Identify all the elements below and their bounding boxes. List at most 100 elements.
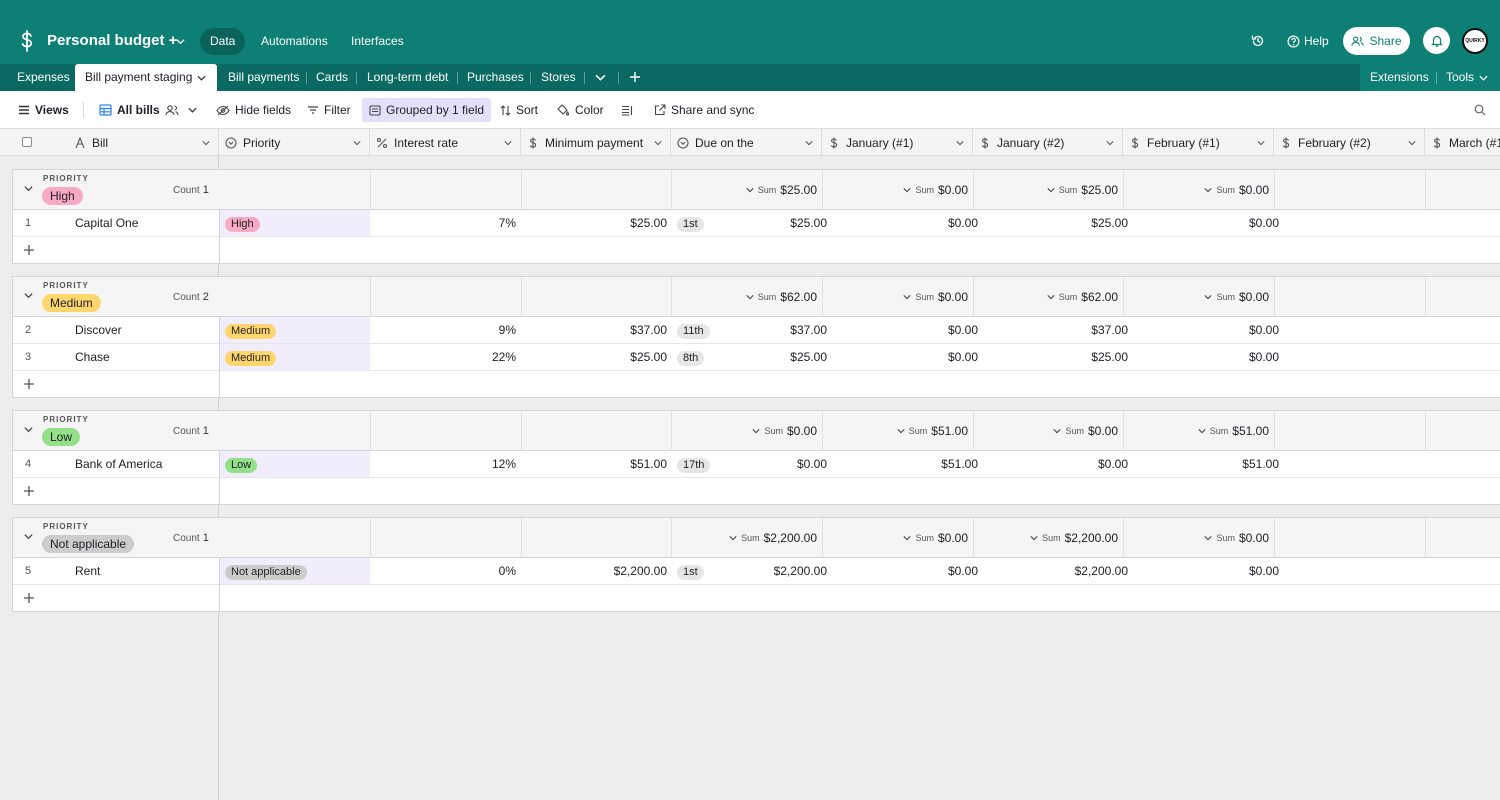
chevron-down-icon[interactable] [956, 139, 964, 147]
cell-interest-rate[interactable]: 7% [370, 210, 516, 236]
group-sum[interactable]: Sum $25.00 [1047, 183, 1118, 197]
cell-month-amount[interactable]: $51.00 [1139, 451, 1279, 477]
cell-minimum-payment[interactable]: $51.00 [521, 451, 667, 477]
cell-month-amount[interactable]: $0.00 [838, 344, 978, 370]
add-table-icon[interactable] [629, 71, 641, 83]
chevron-down-icon[interactable] [1408, 139, 1416, 147]
view-switcher[interactable]: All bills [99, 102, 197, 118]
group-sum[interactable]: Sum $0.00 [1204, 183, 1269, 197]
tab-expenses[interactable]: Expenses [17, 64, 70, 91]
cell-priority[interactable]: High [220, 210, 370, 236]
group-sum[interactable]: Sum $0.00 [1204, 531, 1269, 545]
cell-interest-rate[interactable]: 12% [370, 451, 516, 477]
cell-bill[interactable]: Rent [75, 558, 100, 584]
plus-icon[interactable] [23, 378, 35, 390]
chevron-down-icon[interactable] [1106, 139, 1114, 147]
cell-month-amount[interactable]: $51.00 [838, 451, 978, 477]
column-header-interest-rate[interactable]: Interest rate [370, 129, 521, 156]
group-sum[interactable]: Sum $0.00 [752, 424, 817, 438]
cell-month-amount[interactable]: $0.00 [1139, 558, 1279, 584]
group-sum[interactable]: Sum $62.00 [1047, 290, 1118, 304]
cell-minimum-payment[interactable]: $37.00 [521, 317, 667, 343]
table-row[interactable]: 5 Rent Not applicable 0% $2,200.00 1st $2,200.… [13, 558, 1500, 585]
group-sum[interactable]: Sum $51.00 [897, 424, 968, 438]
plus-icon[interactable] [23, 244, 35, 256]
cell-month-amount[interactable]: $0.00 [1139, 317, 1279, 343]
cell-bill[interactable]: Bank of America [75, 451, 162, 477]
hide-fields-button[interactable]: Hide fields [216, 102, 291, 118]
cell-month-amount[interactable]: $37.00 [988, 317, 1128, 343]
chevron-down-icon[interactable] [1047, 186, 1055, 194]
color-button[interactable]: Color [557, 102, 604, 118]
chevron-down-icon[interactable] [805, 139, 813, 147]
cell-month-amount[interactable]: $0.00 [838, 317, 978, 343]
cell-minimum-payment[interactable]: $2,200.00 [521, 558, 667, 584]
chevron-down-icon[interactable] [746, 293, 754, 301]
cell-minimum-payment[interactable]: $25.00 [521, 344, 667, 370]
column-header-march-1[interactable]: March (#1 [1425, 129, 1500, 156]
views-button[interactable]: Views [18, 102, 69, 118]
row-height-button[interactable] [621, 102, 633, 118]
chevron-down-icon[interactable] [903, 534, 912, 542]
cell-month-amount[interactable]: $25.00 [687, 210, 827, 236]
chevron-down-icon[interactable] [197, 74, 206, 82]
help-button[interactable]: Help [1287, 34, 1329, 48]
group-button[interactable]: Grouped by 1 field [362, 98, 492, 122]
plus-icon[interactable] [23, 592, 35, 604]
add-record-row[interactable] [13, 371, 1500, 398]
cell-month-amount[interactable]: $0.00 [988, 451, 1128, 477]
cell-minimum-payment[interactable]: $25.00 [521, 210, 667, 236]
cell-priority[interactable]: Not applicable [220, 558, 370, 584]
chevron-down-icon[interactable] [24, 184, 33, 193]
group-sum[interactable]: Sum $62.00 [746, 290, 817, 304]
group-sum[interactable]: Sum $2,200.00 [729, 531, 817, 545]
column-header-january-2[interactable]: January (#2) [973, 129, 1123, 156]
group-sum[interactable]: Sum $25.00 [746, 183, 817, 197]
chevron-down-icon[interactable] [1030, 534, 1038, 542]
cell-month-amount[interactable]: $25.00 [988, 210, 1128, 236]
cell-month-amount[interactable]: $2,200.00 [988, 558, 1128, 584]
tools-button[interactable]: Tools [1446, 64, 1474, 91]
select-all-checkbox[interactable] [22, 137, 32, 147]
chevron-down-icon[interactable] [353, 139, 361, 147]
tab-long-term-debt[interactable]: Long-term debt [367, 64, 448, 91]
table-row[interactable]: 3 Chase Medium 22% $25.00 8th $25.00 $0.00 $25.0… [13, 344, 1500, 371]
chevron-down-icon[interactable] [188, 106, 197, 114]
chevron-down-icon[interactable] [1053, 427, 1062, 435]
chevron-down-icon[interactable] [202, 139, 210, 147]
extensions-button[interactable]: Extensions [1370, 64, 1429, 91]
avatar[interactable]: QUIRKY [1462, 28, 1488, 54]
tab-purchases[interactable]: Purchases [467, 64, 524, 91]
chevron-down-icon[interactable] [1198, 427, 1206, 435]
group-sum[interactable]: Sum $2,200.00 [1030, 531, 1118, 545]
chevron-down-icon[interactable] [746, 186, 754, 194]
cell-month-amount[interactable]: $37.00 [687, 317, 827, 343]
chevron-down-icon[interactable] [1047, 293, 1055, 301]
cell-month-amount[interactable]: $0.00 [687, 451, 827, 477]
share-button[interactable]: Share [1343, 27, 1410, 55]
column-header-february-1[interactable]: February (#1) [1123, 129, 1274, 156]
column-header-priority[interactable]: Priority [219, 129, 370, 156]
cell-priority[interactable]: Medium [220, 344, 370, 370]
chevron-down-icon[interactable] [654, 139, 662, 147]
chevron-down-icon[interactable] [903, 293, 912, 301]
cell-priority[interactable]: Medium [220, 317, 370, 343]
group-sum[interactable]: Sum $0.00 [903, 183, 968, 197]
base-name[interactable]: Personal budget + [47, 31, 177, 51]
add-record-row[interactable] [13, 585, 1500, 612]
notifications-button[interactable] [1423, 27, 1450, 54]
column-header-minimum-payment[interactable]: Minimum payment [521, 129, 671, 156]
table-row[interactable]: 1 Capital One High 7% $25.00 1st $25.00 $0.00 $2… [13, 210, 1500, 237]
cell-month-amount[interactable]: $2,200.00 [687, 558, 827, 584]
chevron-down-icon[interactable] [24, 532, 33, 541]
cell-bill[interactable]: Discover [75, 317, 122, 343]
tab-bill-payments[interactable]: Bill payments [228, 64, 299, 91]
sort-button[interactable]: Sort [500, 102, 538, 118]
add-record-row[interactable] [13, 237, 1500, 264]
chevron-down-icon[interactable] [752, 427, 761, 435]
cell-bill[interactable]: Capital One [75, 210, 138, 236]
chevron-down-icon[interactable] [1204, 186, 1213, 194]
group-sum[interactable]: Sum $0.00 [1053, 424, 1118, 438]
filter-button[interactable]: Filter [307, 102, 351, 118]
column-header-february-2[interactable]: February (#2) [1274, 129, 1425, 156]
